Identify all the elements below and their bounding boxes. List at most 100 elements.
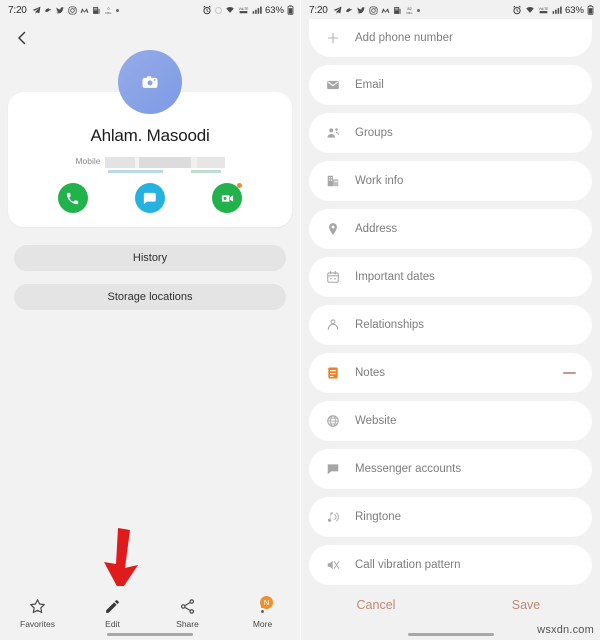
- instagram-icon: [369, 5, 378, 15]
- nav-edit-label: Edit: [105, 618, 120, 629]
- field-row-notes[interactable]: Notes: [309, 353, 592, 393]
- nav-edit[interactable]: Edit: [75, 598, 150, 629]
- field-row-important-dates[interactable]: Important dates: [309, 257, 592, 297]
- field-row-email[interactable]: Email: [309, 65, 592, 105]
- field-label: Notes: [355, 367, 386, 379]
- svg-text:KB/s: KB/s: [105, 10, 112, 14]
- nav-favorites-label: Favorites: [20, 618, 55, 629]
- contact-field-list: Add phone number Email Groups Work info: [301, 19, 600, 585]
- twitter-icon: [356, 6, 366, 15]
- save-button[interactable]: Save: [451, 598, 600, 612]
- history-label: History: [132, 252, 168, 264]
- location-pin-icon: [325, 221, 341, 237]
- field-row-messenger-accounts[interactable]: Messenger accounts: [309, 449, 592, 489]
- battery-percent: 63%: [264, 4, 284, 16]
- signal-icon: [252, 5, 262, 15]
- field-row-call-vibration-pattern[interactable]: Call vibration pattern: [309, 545, 592, 585]
- field-label: Website: [355, 415, 397, 427]
- nav-more-label: More: [252, 618, 273, 629]
- wifi-icon: [225, 5, 235, 15]
- status-time: 7:20: [8, 4, 27, 16]
- nav-share[interactable]: Share: [150, 598, 225, 629]
- dot-icon: [115, 8, 119, 12]
- telegram-icon: [32, 6, 41, 15]
- contact-name: Ahlam. Masoodi: [90, 126, 210, 145]
- camera-icon: [142, 76, 158, 88]
- history-button[interactable]: History: [14, 245, 286, 271]
- field-label: Address: [355, 223, 398, 235]
- field-row-address[interactable]: Address: [309, 209, 592, 249]
- telegram-icon: [333, 6, 342, 15]
- contact-actions: [18, 183, 282, 213]
- svg-text:82: 82: [407, 6, 411, 11]
- data-usage-icon: 0 KB/s: [104, 6, 113, 15]
- more-dots-icon: N: [254, 595, 273, 615]
- ringtone-icon: [325, 509, 341, 525]
- volte-icon: VoLTE: [538, 6, 549, 15]
- app-m-icon: [381, 6, 390, 15]
- svg-text:VoLTE: VoLTE: [539, 6, 549, 10]
- chat-bubble-icon: [325, 461, 341, 477]
- nav-more[interactable]: N More: [225, 595, 300, 629]
- field-label: Important dates: [355, 271, 435, 283]
- field-row-website[interactable]: Website: [309, 401, 592, 441]
- vibration-icon: [325, 557, 341, 573]
- nav-favorites[interactable]: Favorites: [0, 598, 75, 629]
- app-icon: [44, 6, 53, 15]
- news-icon: [92, 6, 101, 15]
- storage-locations-label: Storage locations: [107, 291, 193, 303]
- data-usage-icon: 82 KB/s: [405, 6, 414, 15]
- battery-icon: [587, 5, 594, 15]
- dual-screenshot-container: 7:20 0 KB/s VoLTE 63% Ahlam. Masoodi Mob…: [0, 0, 600, 640]
- left-screen-contact-detail: 7:20 0 KB/s VoLTE 63% Ahlam. Masoodi Mob…: [0, 0, 300, 640]
- status-left-icons: 0 KB/s: [32, 6, 119, 15]
- video-icon: [221, 194, 233, 202]
- status-left-icons: 82 KB/s: [333, 6, 420, 15]
- home-indicator-left[interactable]: [107, 632, 193, 636]
- call-button[interactable]: [57, 183, 88, 213]
- message-button[interactable]: [134, 183, 165, 213]
- storage-locations-button[interactable]: Storage locations: [14, 284, 286, 310]
- svg-text:VoLTE: VoLTE: [239, 6, 249, 10]
- remove-notes-button[interactable]: [563, 372, 576, 374]
- building-icon: [325, 173, 341, 189]
- calendar-icon: [325, 269, 341, 285]
- field-label: Work info: [355, 175, 404, 187]
- video-badge-dot: [237, 183, 243, 188]
- field-label: Relationships: [355, 319, 425, 331]
- battery-percent: 63%: [564, 4, 584, 16]
- star-icon: [29, 598, 46, 615]
- field-row-work-info[interactable]: Work info: [309, 161, 592, 201]
- field-row-relationships[interactable]: Relationships: [309, 305, 592, 345]
- contact-card-wrapper: Ahlam. Masoodi Mobile: [0, 50, 300, 227]
- dot-icon: [416, 8, 420, 12]
- status-time: 7:20: [309, 4, 328, 16]
- back-chevron-icon[interactable]: [14, 30, 30, 46]
- field-label: Email: [355, 79, 384, 91]
- pencil-icon: [104, 598, 121, 615]
- svg-text:0: 0: [107, 6, 110, 11]
- field-row-groups[interactable]: Groups: [309, 113, 592, 153]
- signal-icon: [552, 5, 562, 15]
- alarm-icon: [512, 5, 522, 15]
- field-row-add-phone-number[interactable]: Add phone number: [309, 19, 592, 57]
- phone-number-redacted: [104, 153, 225, 168]
- home-indicator-right[interactable]: [407, 632, 494, 636]
- svg-text:KB/s: KB/s: [406, 10, 413, 14]
- notes-icon: [325, 365, 341, 381]
- cancel-button[interactable]: Cancel: [301, 598, 451, 612]
- envelope-icon: [325, 77, 341, 93]
- avatar[interactable]: [118, 50, 182, 114]
- phone-number-redacted-underline: [18, 170, 282, 173]
- phone-row[interactable]: Mobile: [18, 153, 282, 168]
- status-right-icons: VoLTE 63%: [512, 5, 594, 16]
- field-row-ringtone[interactable]: Ringtone: [309, 497, 592, 537]
- alarm-icon: [202, 5, 212, 15]
- app-m-icon: [80, 6, 89, 15]
- app-icon: [345, 6, 354, 15]
- news-icon: [393, 6, 402, 15]
- battery-icon: [287, 5, 294, 15]
- video-call-button[interactable]: [212, 183, 243, 213]
- phone-icon: [67, 192, 79, 204]
- share-icon: [179, 598, 196, 615]
